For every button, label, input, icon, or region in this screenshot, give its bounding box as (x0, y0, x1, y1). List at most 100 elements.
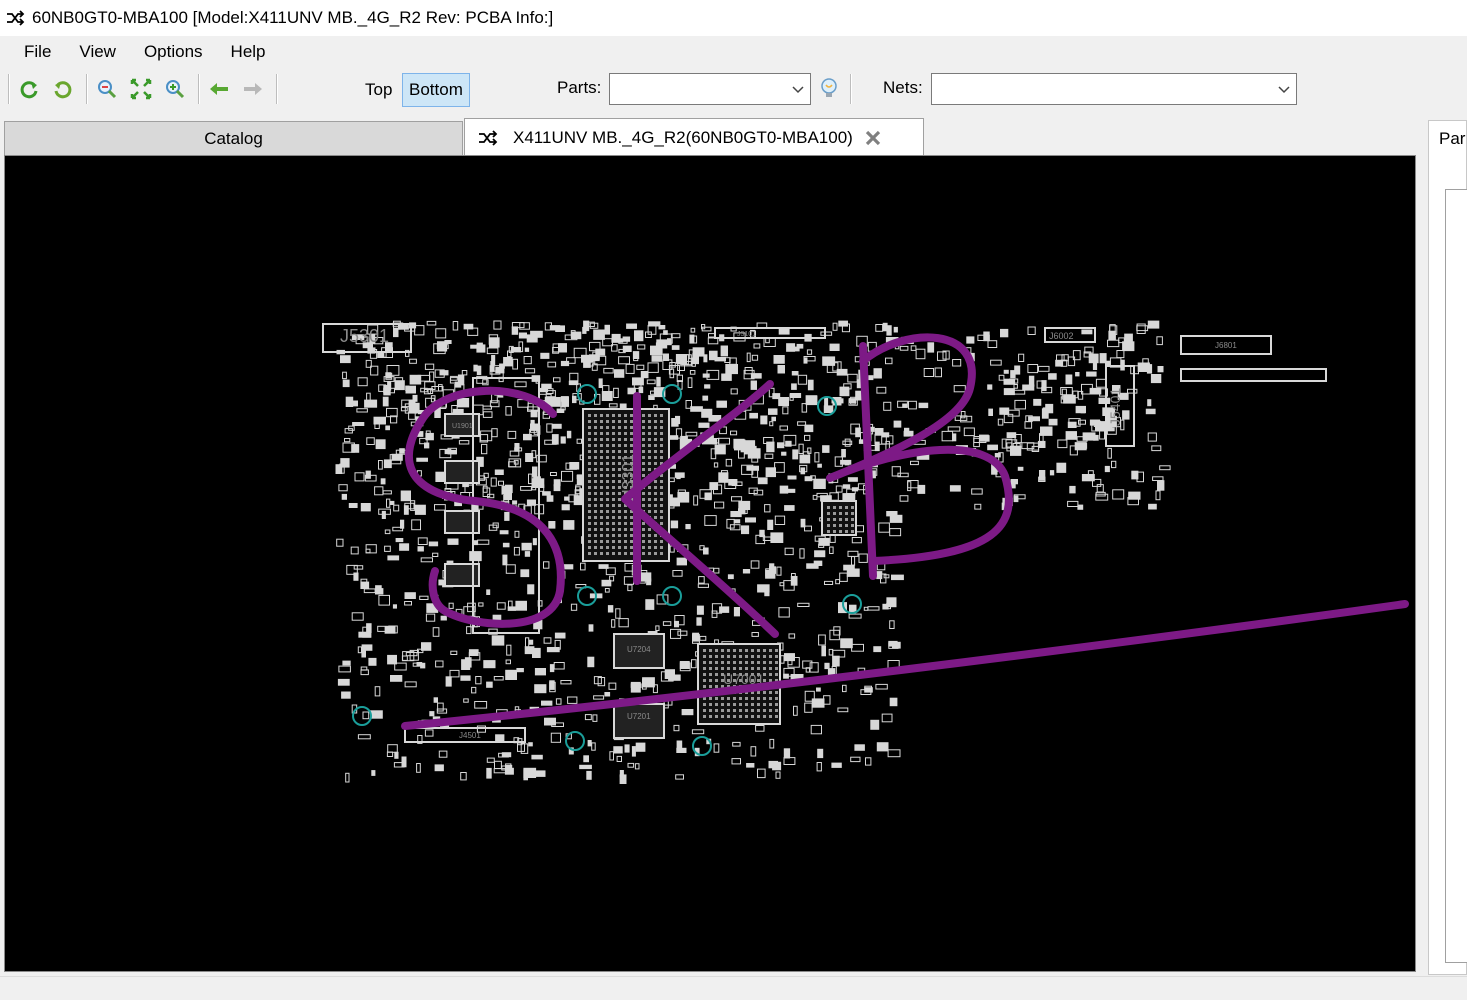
component-pad (716, 400, 728, 408)
back-button[interactable] (206, 76, 232, 102)
bottom-side-button[interactable]: Bottom (402, 73, 470, 107)
component-pad (471, 686, 477, 694)
component-pad (417, 537, 428, 545)
component-pad (526, 499, 537, 506)
bga-ball (594, 456, 597, 459)
menu-view[interactable]: View (65, 36, 130, 68)
component-pad (797, 374, 808, 385)
component-pad (778, 607, 790, 618)
component-pad (521, 542, 532, 551)
component-pad (635, 742, 646, 752)
parts-list[interactable] (1445, 189, 1467, 963)
nets-combo[interactable] (931, 73, 1297, 105)
component-pad (718, 472, 729, 483)
component-pad (384, 626, 396, 634)
parts-panel: Par (1428, 120, 1467, 975)
component-pad (836, 368, 848, 376)
refresh-button[interactable] (16, 76, 42, 102)
component-pad (952, 359, 962, 367)
component-pad (698, 422, 710, 428)
component-pad (839, 572, 848, 582)
component-pad (524, 551, 531, 557)
bga-ball (624, 546, 627, 549)
bga-ball (618, 426, 621, 429)
component-pad (662, 353, 670, 361)
bga-ball (612, 480, 615, 483)
component-pad (934, 367, 942, 378)
forward-button[interactable] (240, 76, 266, 102)
component-pad (1096, 484, 1104, 493)
component-pad (1092, 362, 1098, 371)
component-pad (523, 356, 532, 365)
close-icon[interactable] (863, 128, 883, 148)
component-pad (1027, 364, 1039, 374)
bga-ball (703, 661, 706, 664)
component-pad (927, 342, 935, 353)
rotate-button[interactable] (50, 76, 76, 102)
zoom-in-button[interactable] (162, 76, 188, 102)
component-pad (855, 427, 861, 438)
top-side-button[interactable]: Top (358, 73, 399, 107)
component-pad (532, 647, 541, 658)
component-pad (748, 487, 758, 495)
component-pad (786, 343, 796, 352)
bga-ball (833, 524, 836, 527)
component-pad (605, 567, 616, 576)
bga-ball (763, 715, 766, 718)
component-pad (987, 384, 993, 390)
component-pad (704, 384, 711, 389)
component-pad (560, 436, 566, 444)
component-pad (432, 627, 440, 637)
bga-ball (757, 715, 760, 718)
bga-ball (715, 715, 718, 718)
tab-board[interactable]: X411UNV MB._4G_R2(60NB0GT0-MBA100) (464, 118, 924, 156)
component-pad (759, 529, 765, 538)
board-view[interactable]: J5301 J3101 J6002 J6801 J5401 U3301 U1901 U7204… (4, 155, 1416, 972)
bga-ball (703, 655, 706, 658)
bga-ball (600, 504, 603, 507)
part-search-button[interactable] (816, 76, 842, 102)
menu-file[interactable]: File (0, 36, 65, 68)
bga-ball (594, 486, 597, 489)
component-pad (473, 364, 478, 372)
component-pad (524, 368, 536, 374)
parts-combo[interactable] (609, 73, 811, 105)
bga-ball (648, 492, 651, 495)
fit-button[interactable] (128, 76, 154, 102)
bga-ball (612, 456, 615, 459)
component-pad (655, 342, 663, 349)
bga-ball (606, 468, 609, 471)
bga-ball (630, 432, 633, 435)
bga-ball (612, 546, 615, 549)
bga-ball (739, 703, 742, 706)
component-pad (696, 605, 704, 615)
toolbar-separator (86, 74, 88, 104)
tab-catalog[interactable]: Catalog (4, 121, 463, 155)
component-pad (829, 343, 840, 352)
bga-ball (709, 655, 712, 658)
pcb-canvas[interactable]: J5301 J3101 J6002J6801J5401U3301U1901U7204… (5, 156, 1415, 971)
component-pad (829, 534, 836, 543)
component-pad (514, 381, 527, 388)
component-pad (1147, 320, 1160, 329)
title-bar: 60NB0GT0-MBA100 [Model:X411UNV MB._4G_R2… (0, 0, 1467, 36)
component-pad (673, 724, 680, 732)
bga-ball (721, 715, 724, 718)
component-pad (727, 574, 734, 580)
component-pad (1003, 388, 1015, 396)
component-pad (604, 324, 610, 335)
bga-ball (618, 516, 621, 519)
component-pad (753, 489, 764, 496)
menu-options[interactable]: Options (130, 36, 217, 68)
zoom-out-button[interactable] (94, 76, 120, 102)
component-pad (947, 426, 961, 432)
menu-help[interactable]: Help (217, 36, 280, 68)
bga-ball (600, 414, 603, 417)
bga-ball (709, 685, 712, 688)
bga-ball (606, 438, 609, 441)
component-pad (466, 626, 472, 635)
bga-ball (763, 655, 766, 658)
component-pad (525, 637, 530, 648)
tab-parts-panel[interactable]: Par (1439, 129, 1465, 149)
component-pad (353, 572, 359, 581)
